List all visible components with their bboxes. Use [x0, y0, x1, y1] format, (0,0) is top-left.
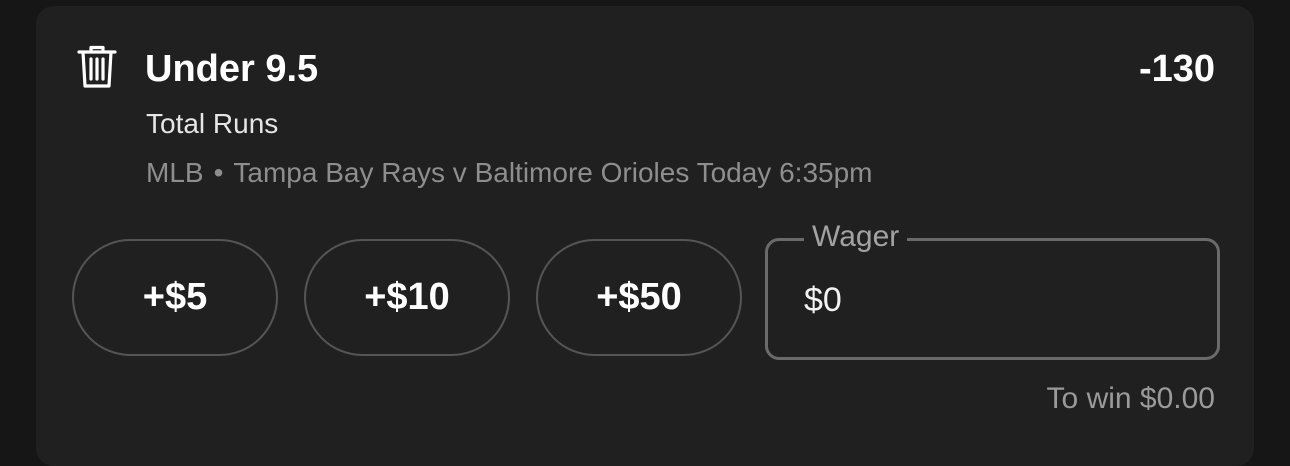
bet-odds: -130 [1138, 48, 1215, 90]
quick-add-50-button[interactable]: +$50 [536, 239, 742, 356]
quick-add-10-button[interactable]: +$10 [304, 239, 510, 356]
event-matchup: Tampa Bay Rays v Baltimore Orioles Today… [233, 157, 873, 188]
event-info: MLB • Tampa Bay Rays v Baltimore Orioles T… [146, 155, 872, 191]
event-separator: • [213, 157, 224, 188]
wager-input[interactable] [804, 281, 1184, 320]
wager-label: Wager [804, 219, 908, 255]
event-league: MLB [146, 157, 204, 188]
quick-add-5-button[interactable]: +$5 [72, 239, 278, 356]
bet-selection-title: Under 9.5 [145, 48, 319, 90]
wager-field[interactable]: Wager [765, 219, 1220, 360]
trash-icon[interactable] [77, 44, 117, 90]
to-win-text: To win $0.00 [1046, 382, 1215, 415]
bet-market: Total Runs [146, 108, 279, 139]
